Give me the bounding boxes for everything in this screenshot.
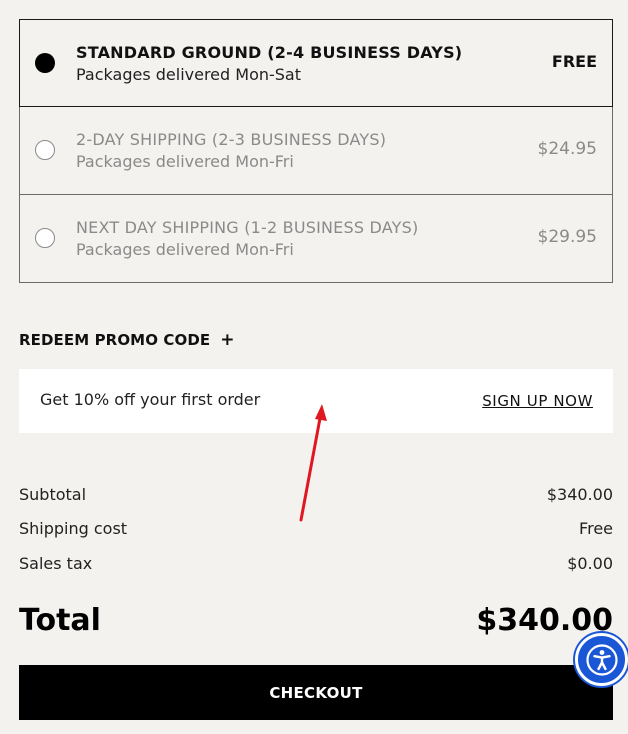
sales-tax-row: Sales tax $0.00 <box>19 554 613 573</box>
shipping-option-price: $24.95 <box>537 139 597 159</box>
shipping-option-price: $29.95 <box>537 227 597 247</box>
total-value: $340.00 <box>476 603 613 638</box>
shipping-option-title: 2-DAY SHIPPING (2-3 BUSINESS DAYS) <box>76 130 387 149</box>
total-label: Total <box>19 603 101 638</box>
red-arrow-icon <box>299 404 327 522</box>
shipping-cost-value: Free <box>579 519 613 538</box>
sales-tax-value: $0.00 <box>567 554 613 573</box>
plus-icon: + <box>220 330 235 350</box>
radio-unselected-icon[interactable] <box>35 228 55 248</box>
sign-up-now-link[interactable]: SIGN UP NOW <box>482 392 593 410</box>
redeem-promo-code-toggle[interactable]: REDEEM PROMO CODE + <box>19 330 235 350</box>
promo-label: REDEEM PROMO CODE <box>19 331 211 349</box>
shipping-cost-label: Shipping cost <box>19 519 128 538</box>
shipping-options: STANDARD GROUND (2-4 BUSINESS DAYS) Pack… <box>19 19 613 283</box>
shipping-option-subtitle: Packages delivered Mon-Sat <box>76 65 301 84</box>
accessibility-button[interactable] <box>575 633 628 686</box>
shipping-option-title: NEXT DAY SHIPPING (1-2 BUSINESS DAYS) <box>76 218 419 237</box>
sales-tax-label: Sales tax <box>19 554 93 573</box>
radio-selected-icon[interactable] <box>35 53 55 73</box>
accessibility-icon <box>585 643 618 676</box>
radio-unselected-icon[interactable] <box>35 140 55 160</box>
shipping-option-title: STANDARD GROUND (2-4 BUSINESS DAYS) <box>76 43 463 62</box>
checkout-button[interactable]: CHECKOUT <box>19 665 613 720</box>
shipping-option-subtitle: Packages delivered Mon-Fri <box>76 152 294 171</box>
shipping-option-price: FREE <box>551 52 597 71</box>
subtotal-label: Subtotal <box>19 485 87 504</box>
shipping-option-subtitle: Packages delivered Mon-Fri <box>76 240 294 259</box>
shipping-option-next-day[interactable]: NEXT DAY SHIPPING (1-2 BUSINESS DAYS) Pa… <box>19 195 613 283</box>
subtotal-value: $340.00 <box>546 485 613 504</box>
total-row: Total $340.00 <box>19 603 613 638</box>
signup-offer-text: Get 10% off your first order <box>40 390 261 409</box>
shipping-option-2-day[interactable]: 2-DAY SHIPPING (2-3 BUSINESS DAYS) Packa… <box>19 107 613 195</box>
shipping-option-standard-ground[interactable]: STANDARD GROUND (2-4 BUSINESS DAYS) Pack… <box>19 19 613 107</box>
